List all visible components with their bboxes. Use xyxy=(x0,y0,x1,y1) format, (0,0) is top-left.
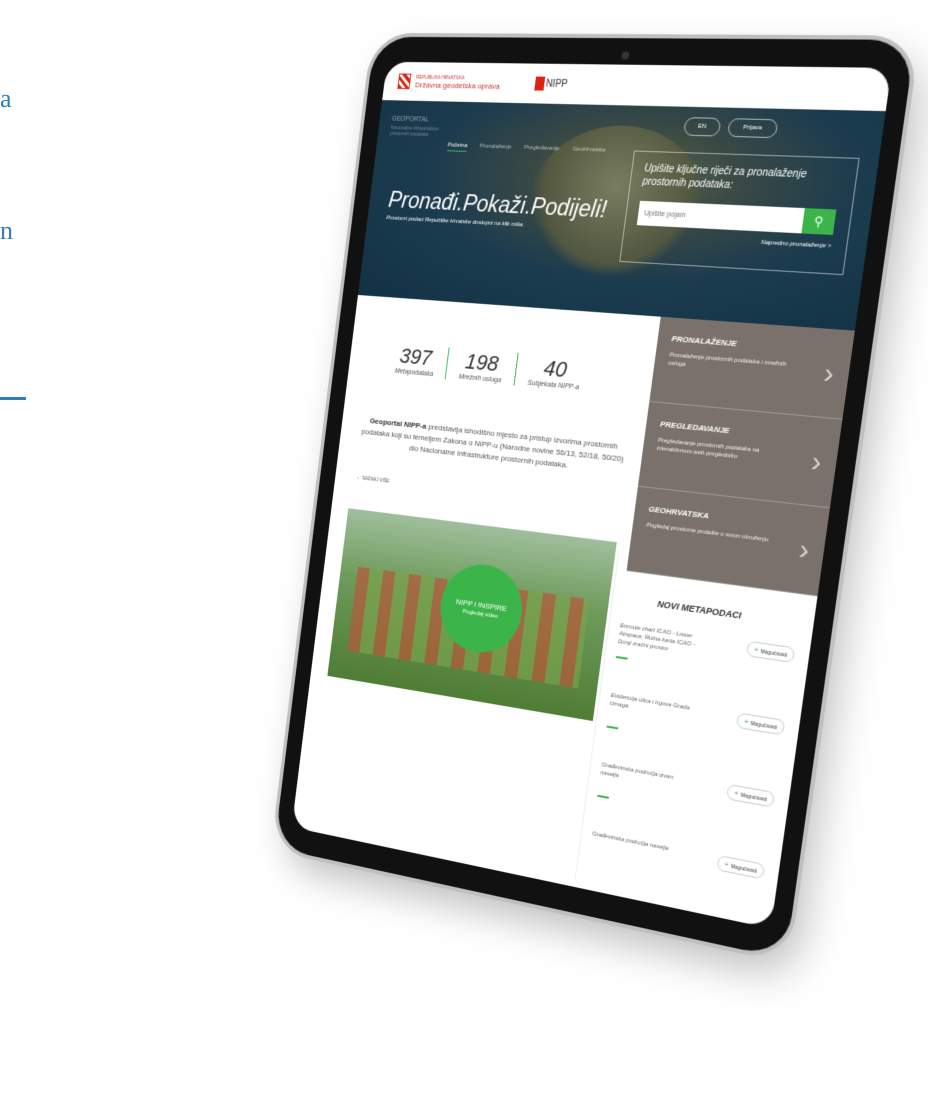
plus-icon: + xyxy=(733,788,739,798)
side-item-desc: Pregledavanje prostornih podataka na int… xyxy=(656,437,789,467)
options-label: Mogućnosti xyxy=(760,649,787,659)
options-button[interactable]: +Mogućnosti xyxy=(736,712,785,735)
search-button[interactable]: ⚲ xyxy=(801,208,836,235)
intro-text: Geoportal NIPP-a predstavlja ishodišno m… xyxy=(356,414,630,478)
gov-agency-name: Državna geodetska uprava xyxy=(415,80,501,90)
advanced-search-link[interactable]: Napredno pronalaženje > xyxy=(761,240,832,250)
video-thumbnail[interactable]: NIPP i INSPIRE Pogledaj video xyxy=(327,508,616,721)
nav-search[interactable]: Pronalaženje xyxy=(479,144,512,154)
chevron-right-icon: › xyxy=(357,475,359,481)
search-panel: Upišite ključne riječi za pronalaženje p… xyxy=(619,150,859,275)
item-separator xyxy=(597,795,609,799)
search-input[interactable] xyxy=(637,201,805,234)
options-button[interactable]: +Mogućnosti xyxy=(716,855,765,880)
language-button[interactable]: EN xyxy=(683,117,721,137)
header-bar: Republika Hrvatska Državna geodetska upr… xyxy=(382,62,892,111)
search-title: Upišite ključne riječi za pronalaženje p… xyxy=(642,162,838,196)
geoportal-subtitle: Nacionalne infrastrukture prostornih pod… xyxy=(390,125,452,138)
intro-body: predstavlja ishodišno mjesto za pristup … xyxy=(361,422,624,470)
gov-logo[interactable]: Republika Hrvatska Državna geodetska upr… xyxy=(415,74,501,90)
side-menu: PRONALAŽENJE Pronalaženje prostornih pod… xyxy=(627,317,855,597)
login-button[interactable]: Prijava xyxy=(727,118,779,138)
item-separator xyxy=(616,656,628,660)
tablet-device: Republika Hrvatska Državna geodetska upr… xyxy=(274,37,915,959)
plus-icon: + xyxy=(743,717,749,727)
options-label: Mogućnosti xyxy=(730,864,757,875)
metadata-item: Enroute chart ICAO - Lower Airspace; Rut… xyxy=(621,622,796,647)
geoportal-label: GEOPORTAL xyxy=(391,116,429,124)
stat-value: 397 xyxy=(395,343,437,371)
chevron-right-icon: › xyxy=(809,445,823,480)
new-metadata-title: NOVI METAPODACI xyxy=(657,599,742,621)
nipp-logo-text: NIPP xyxy=(545,78,568,89)
edge-divider-line xyxy=(0,397,26,400)
plus-icon: + xyxy=(753,645,759,655)
learn-more-label: SAZNAJ VIŠE xyxy=(362,476,390,485)
edge-text-fragment-2: n xyxy=(0,218,13,244)
stats-row: 397 Metapodataka 198 Mrežnih usluga 40 S… xyxy=(382,342,596,392)
metadata-name[interactable]: Građevinska područja izvan naselja xyxy=(600,761,684,792)
options-button[interactable]: +Mogućnosti xyxy=(746,641,796,664)
plus-icon: + xyxy=(724,859,730,869)
learn-more-link[interactable]: › SAZNAJ VIŠE xyxy=(357,475,390,484)
options-label: Mogućnosti xyxy=(750,721,777,731)
stat-subjects: 40 Subjekata NIPP-a xyxy=(514,353,596,392)
nav-home[interactable]: Početna xyxy=(447,142,468,151)
metadata-name[interactable]: Građevinska područja naselja xyxy=(592,830,675,854)
hero-section: Republika Hrvatska Državna geodetska upr… xyxy=(358,62,892,331)
stat-services: 198 Mrežnih usluga xyxy=(446,347,519,385)
metadata-item: Građevinska područja naselja +Mogućnosti xyxy=(593,830,765,864)
options-label: Mogućnosti xyxy=(740,792,767,803)
stat-metadata: 397 Metapodataka xyxy=(382,342,450,379)
item-separator xyxy=(607,725,619,729)
metadata-name[interactable]: Enroute chart ICAO - Lower Airspace; Rut… xyxy=(617,622,703,659)
options-button[interactable]: +Mogućnosti xyxy=(726,784,775,808)
chevron-right-icon: › xyxy=(797,533,811,568)
metadata-item: Građevinska područja izvan naselja +Mogu… xyxy=(602,761,775,792)
nav-browse[interactable]: Pregledavanje xyxy=(523,145,560,155)
nipp-logo[interactable]: NIPP xyxy=(534,77,569,92)
side-item-desc: Pronalaženje prostornih podataka i mrežn… xyxy=(668,351,802,378)
stat-value: 198 xyxy=(459,348,505,377)
metadata-name[interactable]: Evidencija ulica i trgova Grada Umaga xyxy=(609,692,694,722)
nipp-mark-icon xyxy=(534,77,545,91)
metadata-item: Evidencija ulica i trgova Grada Umaga +M… xyxy=(611,692,785,720)
edge-text-fragment-1: a xyxy=(0,86,12,112)
coat-of-arms-icon xyxy=(397,73,411,89)
nav-geohrvatska[interactable]: GeoHrvatska xyxy=(572,146,606,156)
chevron-right-icon: › xyxy=(822,356,837,391)
search-icon: ⚲ xyxy=(813,214,824,229)
